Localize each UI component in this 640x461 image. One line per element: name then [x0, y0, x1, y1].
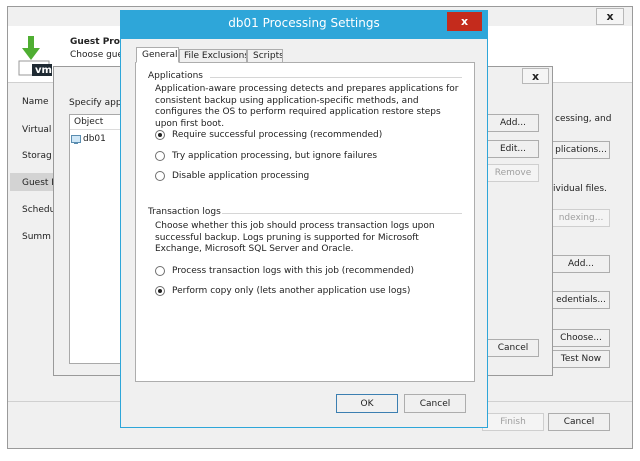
radio-copy-only[interactable]: Perform copy only (lets another applicat…: [155, 284, 410, 298]
radio-label: Perform copy only (lets another applicat…: [172, 286, 411, 296]
transaction-logs-group-divider: [222, 213, 462, 214]
radio-try-processing[interactable]: Try application processing, but ignore f…: [155, 149, 377, 163]
nav-item-schedule[interactable]: Schedu: [22, 205, 55, 215]
radio-label: Require successful processing (recommend…: [172, 130, 383, 140]
tab-scripts[interactable]: Scripts: [247, 49, 283, 63]
mid-remove-button[interactable]: Remove: [487, 164, 539, 182]
mid-edit-button[interactable]: Edit...: [487, 140, 539, 158]
bg-add-button[interactable]: Add...: [552, 255, 610, 273]
cancel-button[interactable]: Cancel: [404, 394, 466, 413]
bg-indexing-button[interactable]: ndexing...: [552, 209, 610, 227]
tab-file-exclusions[interactable]: File Exclusions: [179, 49, 247, 63]
radio-label: Try application processing, but ignore f…: [172, 151, 378, 161]
bg-header-subtitle: Choose gue: [70, 50, 124, 60]
applications-description: Application-aware processing detects and…: [155, 84, 459, 129]
mid-add-button[interactable]: Add...: [487, 114, 539, 132]
bg-cancel-button[interactable]: Cancel: [548, 413, 610, 431]
bg-header-title: Guest Proc: [70, 37, 126, 47]
bg-test-now-button[interactable]: Test Now: [552, 350, 610, 368]
mid-specify-label: Specify appl: [69, 98, 121, 108]
bg-close-button[interactable]: x: [596, 8, 624, 25]
transaction-logs-description: Choose whether this job should process t…: [155, 221, 435, 254]
mid-close-button[interactable]: x: [522, 68, 549, 84]
nav-item-summary[interactable]: Summ: [22, 232, 51, 242]
mid-list-header[interactable]: Object: [70, 115, 120, 130]
radio-label: Disable application processing: [172, 171, 310, 181]
radio-disable-processing[interactable]: Disable application processing: [155, 169, 309, 183]
transaction-logs-group-title: Transaction logs: [148, 207, 221, 217]
radio-indicator: [155, 130, 165, 140]
mid-object-list[interactable]: Object db01: [69, 114, 121, 364]
mid-cancel-button[interactable]: Cancel: [487, 339, 539, 357]
bg-applications-button[interactable]: plications...: [552, 141, 610, 159]
nav-item-storage[interactable]: Storag: [22, 151, 52, 161]
radio-require-processing[interactable]: Require successful processing (recommend…: [155, 128, 382, 142]
radio-indicator: [155, 151, 165, 161]
bg-finish-button[interactable]: Finish: [482, 413, 544, 431]
list-item[interactable]: db01: [71, 132, 120, 146]
vm-icon: [71, 134, 81, 144]
radio-indicator: [155, 286, 165, 296]
radio-process-logs[interactable]: Process transaction logs with this job (…: [155, 264, 414, 278]
bg-choose-button[interactable]: Choose...: [552, 329, 610, 347]
radio-indicator: [155, 171, 165, 181]
nav-item-name[interactable]: Name: [22, 97, 49, 107]
tab-general[interactable]: General: [136, 47, 179, 63]
radio-indicator: [155, 266, 165, 276]
bg-processing-label: cessing, and: [555, 114, 612, 124]
nav-item-virtual[interactable]: Virtual: [22, 125, 51, 135]
wizard-logo-text: vm: [35, 65, 52, 76]
list-item-label: db01: [83, 134, 106, 144]
bg-individual-label: ividual files.: [553, 184, 607, 194]
dialog-close-button[interactable]: x: [447, 12, 482, 31]
dialog-title: db01 Processing Settings: [228, 16, 380, 30]
radio-label: Process transaction logs with this job (…: [172, 266, 415, 276]
applications-group-divider: [210, 77, 462, 78]
nav-item-guest[interactable]: Guest P: [22, 178, 57, 188]
ok-button[interactable]: OK: [336, 394, 398, 413]
applications-group-title: Applications: [148, 71, 203, 81]
bg-credentials-button[interactable]: edentials...: [552, 291, 610, 309]
